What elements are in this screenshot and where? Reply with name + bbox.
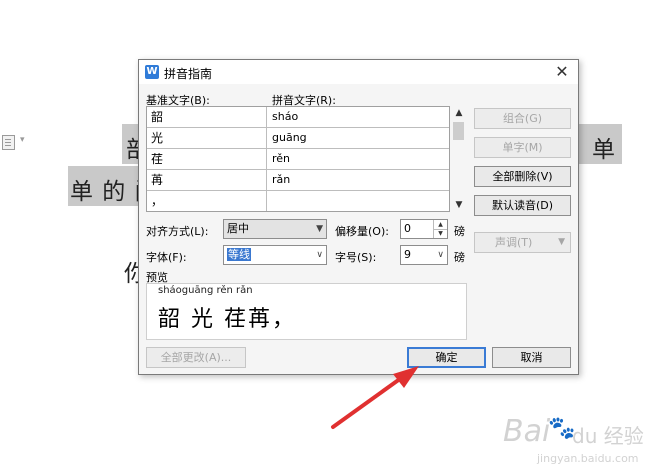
watermark-brand-2: du 经验 [572,424,644,448]
watermark-url: jingyan.baidu.com [537,452,639,465]
annotation-arrow [331,366,419,429]
watermark-brand: Bai [503,414,551,449]
arrow-shaft [331,374,406,429]
arrow-head [393,366,419,388]
